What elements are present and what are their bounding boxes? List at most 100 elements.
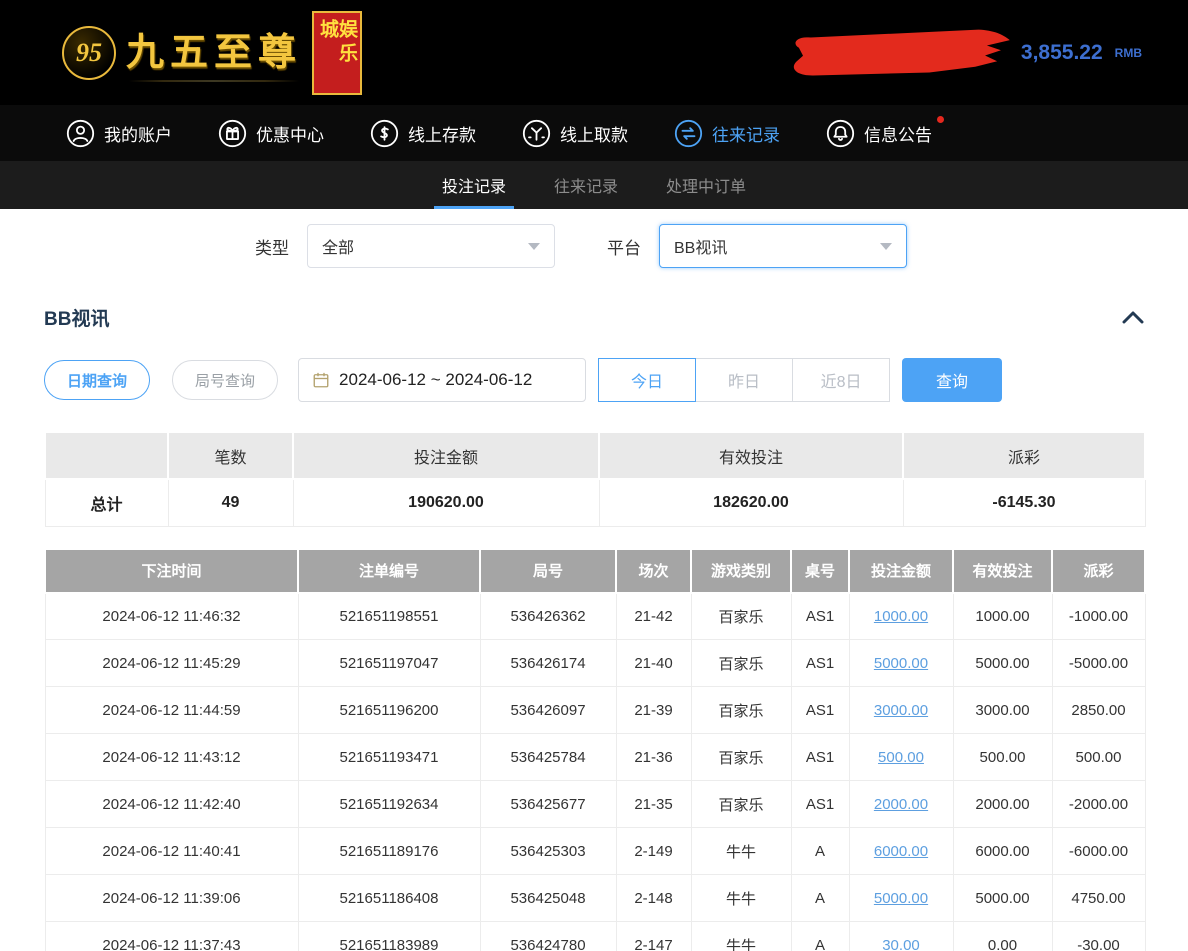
cell-bet-id: 521651197047 xyxy=(298,640,480,687)
cell-game-type: 牛牛 xyxy=(691,828,791,875)
cell-bet-time: 2024-06-12 11:42:40 xyxy=(45,781,298,828)
cell-payout: -30.00 xyxy=(1052,922,1145,951)
subnav-tab-0[interactable]: 投注记录 xyxy=(442,161,506,209)
cell-bet-id: 521651193471 xyxy=(298,734,480,781)
cell-bet-amount: 30.00 xyxy=(849,922,953,951)
bet-amount-link[interactable]: 1000.00 xyxy=(874,608,928,625)
bet-amount-link[interactable]: 500.00 xyxy=(878,749,924,766)
col-header-bet-id: 注单编号 xyxy=(298,549,480,593)
bell-icon xyxy=(826,119,855,148)
bet-amount-link[interactable]: 30.00 xyxy=(882,937,920,951)
bet-amount-link[interactable]: 2000.00 xyxy=(874,796,928,813)
bet-table-header-row: 下注时间注单编号局号场次游戏类别桌号投注金额有效投注派彩 xyxy=(45,549,1145,593)
bet-amount-link[interactable]: 6000.00 xyxy=(874,843,928,860)
platform-select[interactable]: BB视讯 xyxy=(659,224,907,268)
cell-session: 21-40 xyxy=(616,640,691,687)
subnav-tab-1[interactable]: 往来记录 xyxy=(554,161,618,209)
nav-item-deposit[interactable]: 线上存款 xyxy=(370,119,476,148)
cell-valid-bet: 2000.00 xyxy=(953,781,1052,828)
type-filter-label: 类型 xyxy=(255,234,289,259)
col-header-bet-amount: 投注金额 xyxy=(849,549,953,593)
type-select-value: 全部 xyxy=(322,234,354,258)
query-toolbar: 日期查询 局号查询 2024-06-12 ~ 2024-06-12 今日 昨日 … xyxy=(44,358,1144,402)
site-logo[interactable]: 95 九五至尊 娱乐城 xyxy=(62,11,362,95)
bet-records-table: 下注时间注单编号局号场次游戏类别桌号投注金额有效投注派彩 2024-06-12 … xyxy=(44,548,1146,951)
cell-bet-amount: 6000.00 xyxy=(849,828,953,875)
cell-table-no: A xyxy=(791,875,849,922)
cell-bet-time: 2024-06-12 11:44:59 xyxy=(45,687,298,734)
nav-item-gift[interactable]: 优惠中心 xyxy=(218,119,324,148)
date-range-input[interactable]: 2024-06-12 ~ 2024-06-12 xyxy=(298,358,586,402)
cell-game-type: 牛牛 xyxy=(691,922,791,951)
nav-item-withdraw[interactable]: 线上取款 xyxy=(522,119,628,148)
cell-session: 21-42 xyxy=(616,593,691,640)
withdraw-icon xyxy=(522,119,551,148)
cell-valid-bet: 1000.00 xyxy=(953,593,1052,640)
yesterday-button[interactable]: 昨日 xyxy=(695,358,793,402)
bet-amount-link[interactable]: 5000.00 xyxy=(874,655,928,672)
cell-table-no: A xyxy=(791,922,849,951)
bet-table-body: 2024-06-12 11:46:32521651198551536426362… xyxy=(45,593,1145,951)
cell-table-no: AS1 xyxy=(791,640,849,687)
summary-header-cell: 有效投注 xyxy=(599,432,903,479)
summary-header-row: 笔数投注金额有效投注派彩 xyxy=(45,432,1145,479)
summary-table: 笔数投注金额有效投注派彩 总计49190620.00182620.00-6145… xyxy=(44,431,1146,527)
col-header-round-no: 局号 xyxy=(480,549,616,593)
col-header-table-no: 桌号 xyxy=(791,549,849,593)
col-header-payout: 派彩 xyxy=(1052,549,1145,593)
table-row: 2024-06-12 11:42:40521651192634536425677… xyxy=(45,781,1145,828)
gift-icon xyxy=(218,119,247,148)
nav-item-records[interactable]: 往来记录 xyxy=(674,119,780,148)
top-header: 95 九五至尊 娱乐城 3,855.22 RMB xyxy=(0,0,1188,105)
date-range-value: 2024-06-12 ~ 2024-06-12 xyxy=(339,370,532,390)
cell-round-no: 536426362 xyxy=(480,593,616,640)
balance-currency: RMB xyxy=(1115,46,1142,60)
record-subnav: 投注记录往来记录处理中订单 xyxy=(0,161,1188,209)
summary-cell: 182620.00 xyxy=(599,479,903,526)
balance-area: 3,855.22 RMB xyxy=(789,0,1142,105)
nav-item-bell[interactable]: 信息公告 xyxy=(826,119,932,148)
cell-bet-id: 521651196200 xyxy=(298,687,480,734)
notification-dot xyxy=(937,116,944,123)
cell-session: 2-147 xyxy=(616,922,691,951)
type-select[interactable]: 全部 xyxy=(307,224,555,268)
search-button[interactable]: 查询 xyxy=(902,358,1002,402)
cell-game-type: 百家乐 xyxy=(691,687,791,734)
bet-amount-link[interactable]: 3000.00 xyxy=(874,702,928,719)
bet-amount-link[interactable]: 5000.00 xyxy=(874,890,928,907)
cell-session: 21-35 xyxy=(616,781,691,828)
redacted-username xyxy=(789,28,1012,78)
col-header-valid-bet: 有效投注 xyxy=(953,549,1052,593)
cell-payout: 500.00 xyxy=(1052,734,1145,781)
cell-round-no: 536425303 xyxy=(480,828,616,875)
col-header-session: 场次 xyxy=(616,549,691,593)
nav-item-user[interactable]: 我的账户 xyxy=(66,119,172,148)
table-row: 2024-06-12 11:45:29521651197047536426174… xyxy=(45,640,1145,687)
cell-table-no: AS1 xyxy=(791,781,849,828)
last8days-button[interactable]: 近8日 xyxy=(792,358,890,402)
today-button[interactable]: 今日 xyxy=(598,358,696,402)
cell-bet-id: 521651198551 xyxy=(298,593,480,640)
nav-item-label: 信息公告 xyxy=(864,121,932,146)
round-query-button[interactable]: 局号查询 xyxy=(172,360,278,400)
cell-bet-id: 521651189176 xyxy=(298,828,480,875)
cell-bet-id: 521651192634 xyxy=(298,781,480,828)
cell-valid-bet: 5000.00 xyxy=(953,640,1052,687)
summary-cell: 49 xyxy=(168,479,293,526)
cell-game-type: 百家乐 xyxy=(691,781,791,828)
cell-payout: 2850.00 xyxy=(1052,687,1145,734)
summary-cell: -6145.30 xyxy=(903,479,1145,526)
date-query-button[interactable]: 日期查询 xyxy=(44,360,150,400)
subnav-tab-2[interactable]: 处理中订单 xyxy=(666,161,746,209)
user-icon xyxy=(66,119,95,148)
cell-game-type: 百家乐 xyxy=(691,640,791,687)
cell-round-no: 536426174 xyxy=(480,640,616,687)
table-row: 2024-06-12 11:46:32521651198551536426362… xyxy=(45,593,1145,640)
collapse-chevron-up-icon[interactable] xyxy=(1122,311,1144,324)
table-row: 2024-06-12 11:37:43521651183989536424780… xyxy=(45,922,1145,951)
cell-payout: -2000.00 xyxy=(1052,781,1145,828)
filter-row: 类型 全部 平台 BB视讯 xyxy=(255,224,1188,268)
balance-amount: 3,855.22 xyxy=(1021,41,1103,65)
logo-emblem-icon: 95 xyxy=(62,26,116,80)
cell-bet-time: 2024-06-12 11:46:32 xyxy=(45,593,298,640)
